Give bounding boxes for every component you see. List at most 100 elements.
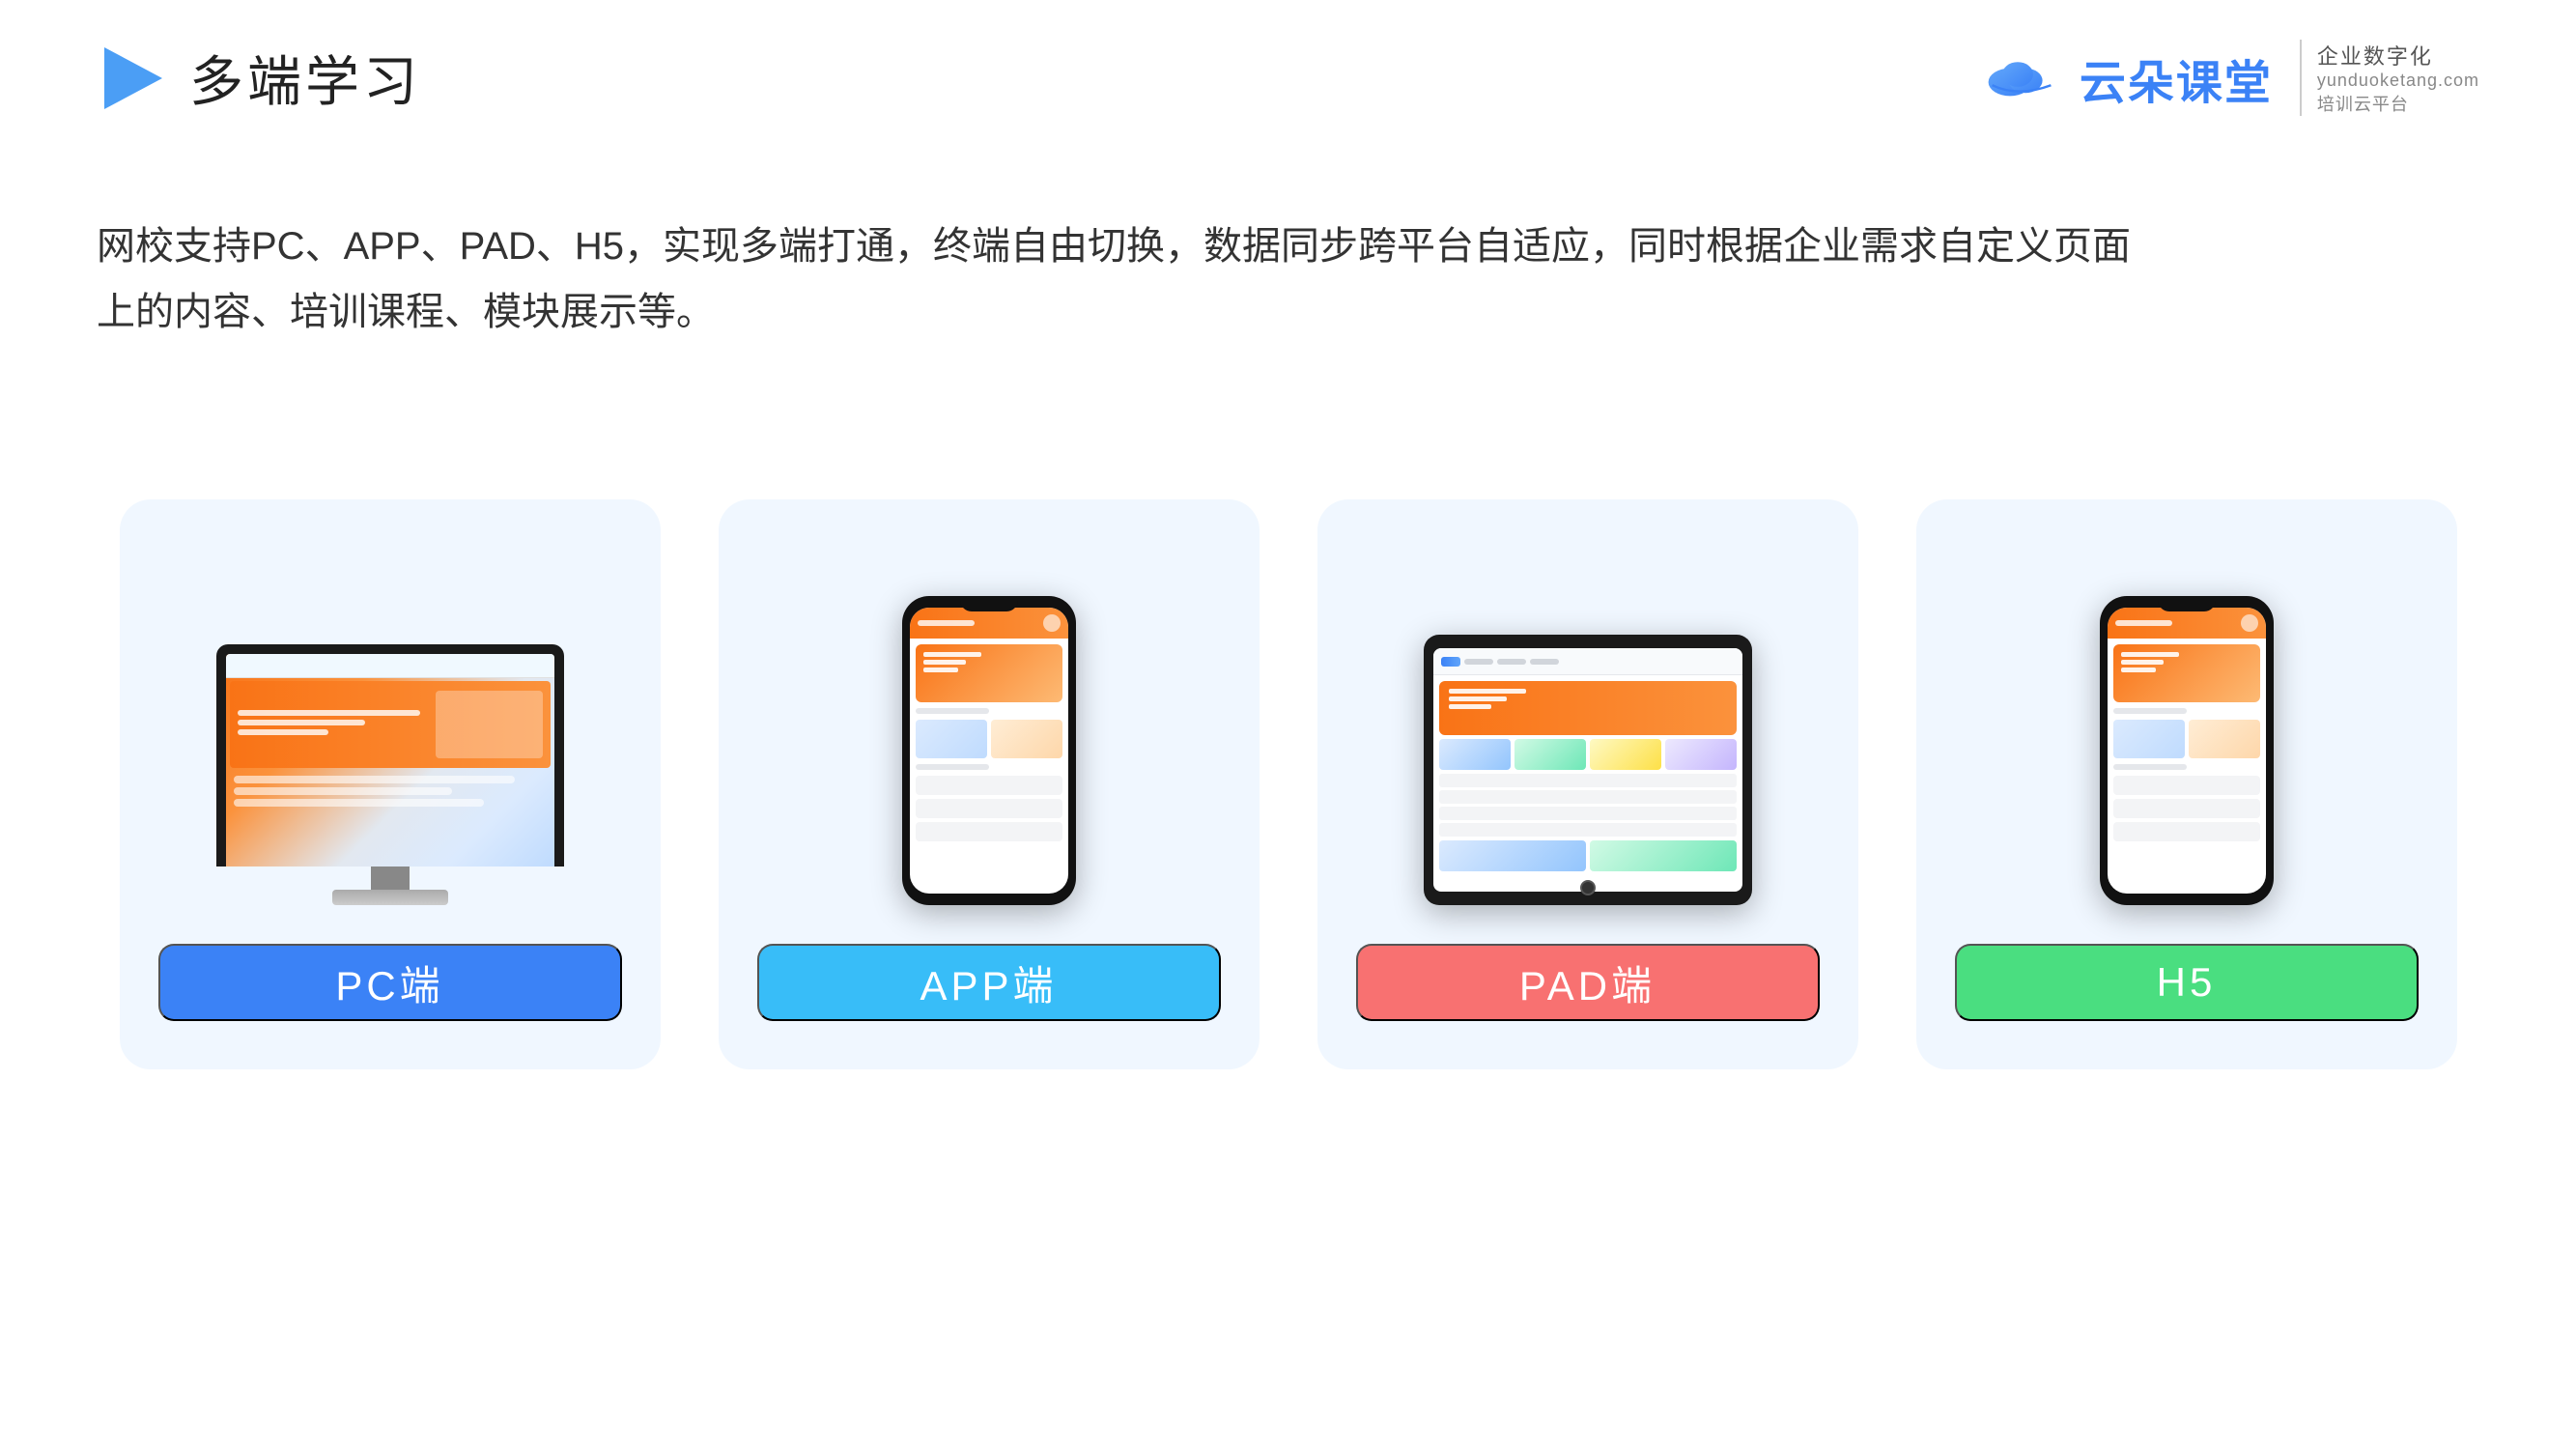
pad-nav-1 (1464, 659, 1493, 665)
pad-card-6 (1590, 840, 1737, 871)
header: 多端学习 云朵课堂 企业数字化 yunduoketang.com 培训云平台 (0, 0, 2576, 156)
pad-row-4 (1439, 823, 1737, 837)
pad-cards-row-1 (1439, 739, 1737, 770)
pad-bl-3 (1449, 704, 1491, 709)
phone-mini-h5-2 (2189, 720, 2260, 758)
pad-card-1 (1439, 739, 1511, 770)
pad-banner-inner (1449, 689, 1526, 709)
monitor-banner (230, 681, 551, 768)
logo-right: 云朵课堂 企业数字化 yunduoketang.com 培训云平台 (1983, 40, 2479, 116)
monitor-screen-inner (226, 654, 554, 867)
phone-content-app (910, 639, 1068, 847)
pad-banner (1439, 681, 1737, 735)
pbt-3 (923, 668, 958, 672)
pbt-h5-3 (2121, 668, 2156, 672)
pad-card-2 (1514, 739, 1586, 770)
phone-header-h5 (2108, 608, 2266, 639)
pad-outer (1424, 635, 1752, 905)
company-name: 云朵课堂 (2080, 44, 2273, 112)
description-section: 网校支持PC、APP、PAD、H5，实现多端打通，终端自由切换，数据同步跨平台自… (0, 156, 2318, 384)
phone-banner-h5 (2113, 644, 2260, 702)
company-tag1: 企业数字化 (2317, 40, 2433, 71)
banner-line-1 (238, 710, 421, 716)
phone-header-text-h5 (2115, 620, 2172, 626)
phone-avatar (1043, 614, 1061, 632)
company-tagline: 企业数字化 yunduoketang.com 培训云平台 (2300, 40, 2479, 116)
phone-section-h5-2 (2113, 764, 2187, 770)
app-label-button[interactable]: APP端 (757, 944, 1221, 1021)
pbt-h5-1 (2121, 652, 2179, 657)
pad-bl-1 (1449, 689, 1526, 694)
monitor-row-1 (234, 776, 516, 783)
phone-app (902, 596, 1076, 905)
company-url: yunduoketang.com (2317, 71, 2479, 91)
pad-content (1433, 675, 1742, 877)
phone-screen-app (910, 608, 1068, 894)
pbt-2 (923, 660, 966, 665)
play-icon (97, 43, 166, 113)
phone-list-2 (916, 799, 1062, 818)
banner-text-block (238, 710, 421, 739)
pad-home-btn (1580, 880, 1596, 895)
monitor-rows (230, 772, 551, 810)
pad-card-3 (1590, 739, 1661, 770)
phone-cards-h5 (2113, 720, 2260, 758)
pad-logo (1441, 657, 1460, 667)
company-tag2: 培训云平台 (2317, 91, 2409, 116)
h5-device-image (1955, 557, 2419, 905)
phone-cards (916, 720, 1062, 758)
phone-section-2 (916, 764, 989, 770)
description-line1: 网校支持PC、APP、PAD、H5，实现多端打通，终端自由切换，数据同步跨平台自… (97, 213, 2222, 279)
pad-row-3 (1439, 807, 1737, 820)
phone-mini-h5-1 (2113, 720, 2185, 758)
pad-screen (1433, 648, 1742, 892)
phone-screen-h5 (2108, 608, 2266, 894)
pad-card: PAD端 (1317, 499, 1858, 1069)
monitor (216, 644, 564, 905)
pad-row-2 (1439, 790, 1737, 804)
phone-section-1 (916, 708, 989, 714)
pad-bl-2 (1449, 696, 1507, 701)
pbt-1 (923, 652, 981, 657)
cards-section: PC端 (0, 422, 2576, 1069)
phone-list-1 (916, 776, 1062, 795)
app-card: APP端 (719, 499, 1260, 1069)
pad-nav-3 (1530, 659, 1559, 665)
monitor-row-2 (234, 787, 453, 795)
phone-notch-app (960, 596, 1018, 611)
pad-nav-2 (1497, 659, 1526, 665)
phone-list-h5-2 (2113, 799, 2260, 818)
phone-content-h5 (2108, 639, 2266, 847)
phone-mini-card-1 (916, 720, 987, 758)
pad-card-5 (1439, 840, 1586, 871)
phone-outer-app (902, 596, 1076, 905)
header-title: 多端学习 (189, 39, 421, 117)
phone-mini-card-2 (991, 720, 1062, 758)
phone-list-h5-1 (2113, 776, 2260, 795)
pbt-h5-2 (2121, 660, 2164, 665)
monitor-base (332, 890, 448, 905)
pc-card: PC端 (120, 499, 661, 1069)
phone-section-h5-1 (2113, 708, 2187, 714)
banner-line-3 (238, 729, 329, 735)
phone-list-h5-3 (2113, 822, 2260, 841)
phone-avatar-h5 (2241, 614, 2258, 632)
monitor-screen-outer (216, 644, 564, 867)
phone-banner-text (923, 652, 981, 672)
h5-label-button[interactable]: H5 (1955, 944, 2419, 1021)
phone-header-text (918, 620, 975, 626)
pad-row-1 (1439, 774, 1737, 787)
pc-label-button[interactable]: PC端 (158, 944, 622, 1021)
monitor-stand (371, 867, 410, 890)
pad-card-4 (1665, 739, 1737, 770)
phone-list-3 (916, 822, 1062, 841)
phone-outer-h5 (2100, 596, 2274, 905)
banner-line-2 (238, 720, 366, 725)
monitor-row-3 (234, 799, 484, 807)
pc-device-image (158, 557, 622, 905)
app-device-image (757, 557, 1221, 905)
pad-device (1424, 635, 1752, 905)
monitor-content (230, 681, 551, 867)
phone-banner (916, 644, 1062, 702)
pad-label-button[interactable]: PAD端 (1356, 944, 1820, 1021)
